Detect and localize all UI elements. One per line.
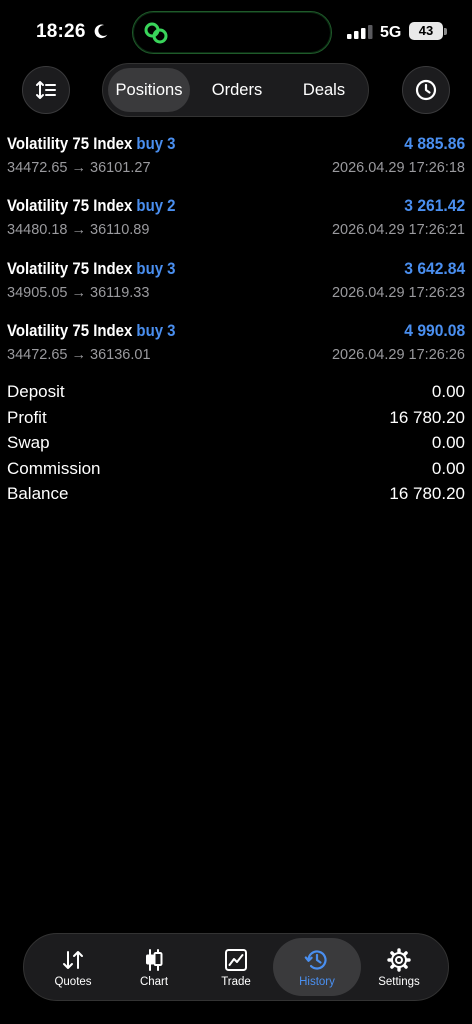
view-tabs: Positions Orders Deals xyxy=(102,63,369,117)
commission-value: 0.00 xyxy=(431,458,465,478)
commission-label: Commission xyxy=(7,458,101,478)
deal-title: Volatility 75 Index buy 3 xyxy=(7,321,176,341)
sort-icon xyxy=(36,81,56,99)
nav-quotes-label: Quotes xyxy=(54,976,92,988)
nav-history-label: History xyxy=(299,976,335,988)
battery-level: 43 xyxy=(409,22,443,40)
deal-symbol: Volatility 75 Index xyxy=(7,259,133,278)
list-item[interactable]: Volatility 75 Index buy 3 4 990.08 34472… xyxy=(0,321,472,383)
summary-row-swap: Swap 0.00 xyxy=(0,433,472,459)
status-bar: 18:26 5G 43 xyxy=(0,0,472,64)
nav-settings-label: Settings xyxy=(378,976,420,988)
nav-trade[interactable]: Trade xyxy=(195,938,277,996)
deal-time: 2026.04.29 17:26:21 xyxy=(331,222,465,238)
deal-type: buy 3 xyxy=(136,321,176,340)
deal-time: 2026.04.29 17:26:26 xyxy=(331,347,465,363)
nav-chart-label: Chart xyxy=(139,976,169,988)
nav-quotes[interactable]: Quotes xyxy=(32,938,114,996)
nav-history[interactable]: History xyxy=(273,938,361,996)
deal-title: Volatility 75 Index buy 3 xyxy=(7,259,176,279)
deal-symbol: Volatility 75 Index xyxy=(7,134,133,153)
balance-label: Balance xyxy=(7,484,69,504)
period-button[interactable] xyxy=(402,66,450,114)
deal-prices: 34905.05 → 36119.33 xyxy=(7,285,150,301)
deposit-value: 0.00 xyxy=(431,382,465,401)
deal-symbol: Volatility 75 Index xyxy=(7,196,133,215)
deal-type: buy 3 xyxy=(136,259,176,278)
summary-row-commission: Commission 0.00 xyxy=(0,459,472,485)
summary-row-profit: Profit 16 780.20 xyxy=(0,408,472,434)
tab-deals[interactable]: Deals xyxy=(283,68,365,112)
summary-section: Deposit 0.00 Profit 16 780.20 Swap 0.00 … xyxy=(0,382,472,510)
nav-chart[interactable]: Chart xyxy=(113,938,195,996)
quotes-arrows-icon xyxy=(63,951,83,969)
profit-value: 16 780.20 xyxy=(389,407,465,427)
list-item[interactable]: Volatility 75 Index buy 3 3 642.84 34905… xyxy=(0,259,472,321)
dynamic-island xyxy=(132,11,332,54)
summary-row-balance: Balance 16 780.20 xyxy=(0,484,472,510)
swap-label: Swap xyxy=(7,433,50,453)
deal-profit: 3 261.42 xyxy=(404,196,465,215)
nav-trade-label: Trade xyxy=(221,976,251,988)
battery-tip xyxy=(444,28,447,35)
swap-value: 0.00 xyxy=(431,433,465,453)
history-icon xyxy=(304,950,327,970)
deposit-label: Deposit xyxy=(7,382,65,401)
nav-settings[interactable]: Settings xyxy=(358,938,440,996)
candlestick-icon xyxy=(146,949,163,971)
sort-button[interactable] xyxy=(22,66,70,114)
deal-profit: 4 885.86 xyxy=(404,134,465,153)
deal-title: Volatility 75 Index buy 3 xyxy=(7,134,176,154)
gear-icon xyxy=(387,948,411,972)
deal-time: 2026.04.29 17:26:18 xyxy=(331,160,465,176)
deal-time: 2026.04.29 17:26:23 xyxy=(331,285,465,301)
deal-prices: 34472.65 → 36136.01 xyxy=(7,347,151,363)
line-chart-icon xyxy=(225,949,247,971)
moon-icon xyxy=(94,24,108,39)
deal-profit: 4 990.08 xyxy=(404,321,465,340)
deal-prices: 34480.18 → 36110.89 xyxy=(7,222,150,238)
deal-type: buy 3 xyxy=(136,134,176,153)
list-item[interactable]: Volatility 75 Index buy 3 4 885.86 34472… xyxy=(0,134,472,196)
deal-profit: 3 642.84 xyxy=(404,259,465,278)
profit-label: Profit xyxy=(7,407,47,427)
deal-prices: 34472.65 → 36101.27 xyxy=(7,160,151,176)
clock-icon xyxy=(415,79,437,101)
link-rings-icon xyxy=(144,22,168,44)
balance-value: 16 780.20 xyxy=(389,484,465,504)
tab-positions[interactable]: Positions xyxy=(108,68,190,112)
summary-row-deposit: Deposit 0.00 xyxy=(0,382,472,408)
tab-orders[interactable]: Orders xyxy=(197,68,277,112)
list-item[interactable]: Volatility 75 Index buy 2 3 261.42 34480… xyxy=(0,196,472,258)
bottom-nav: Quotes Chart Trade History Settings xyxy=(23,933,449,1001)
network-type: 5G xyxy=(380,24,402,41)
deal-symbol: Volatility 75 Index xyxy=(7,321,133,340)
deal-title: Volatility 75 Index buy 2 xyxy=(7,196,176,216)
signal-icon xyxy=(347,25,373,39)
status-time: 18:26 xyxy=(36,21,86,42)
deal-type: buy 2 xyxy=(136,196,176,215)
